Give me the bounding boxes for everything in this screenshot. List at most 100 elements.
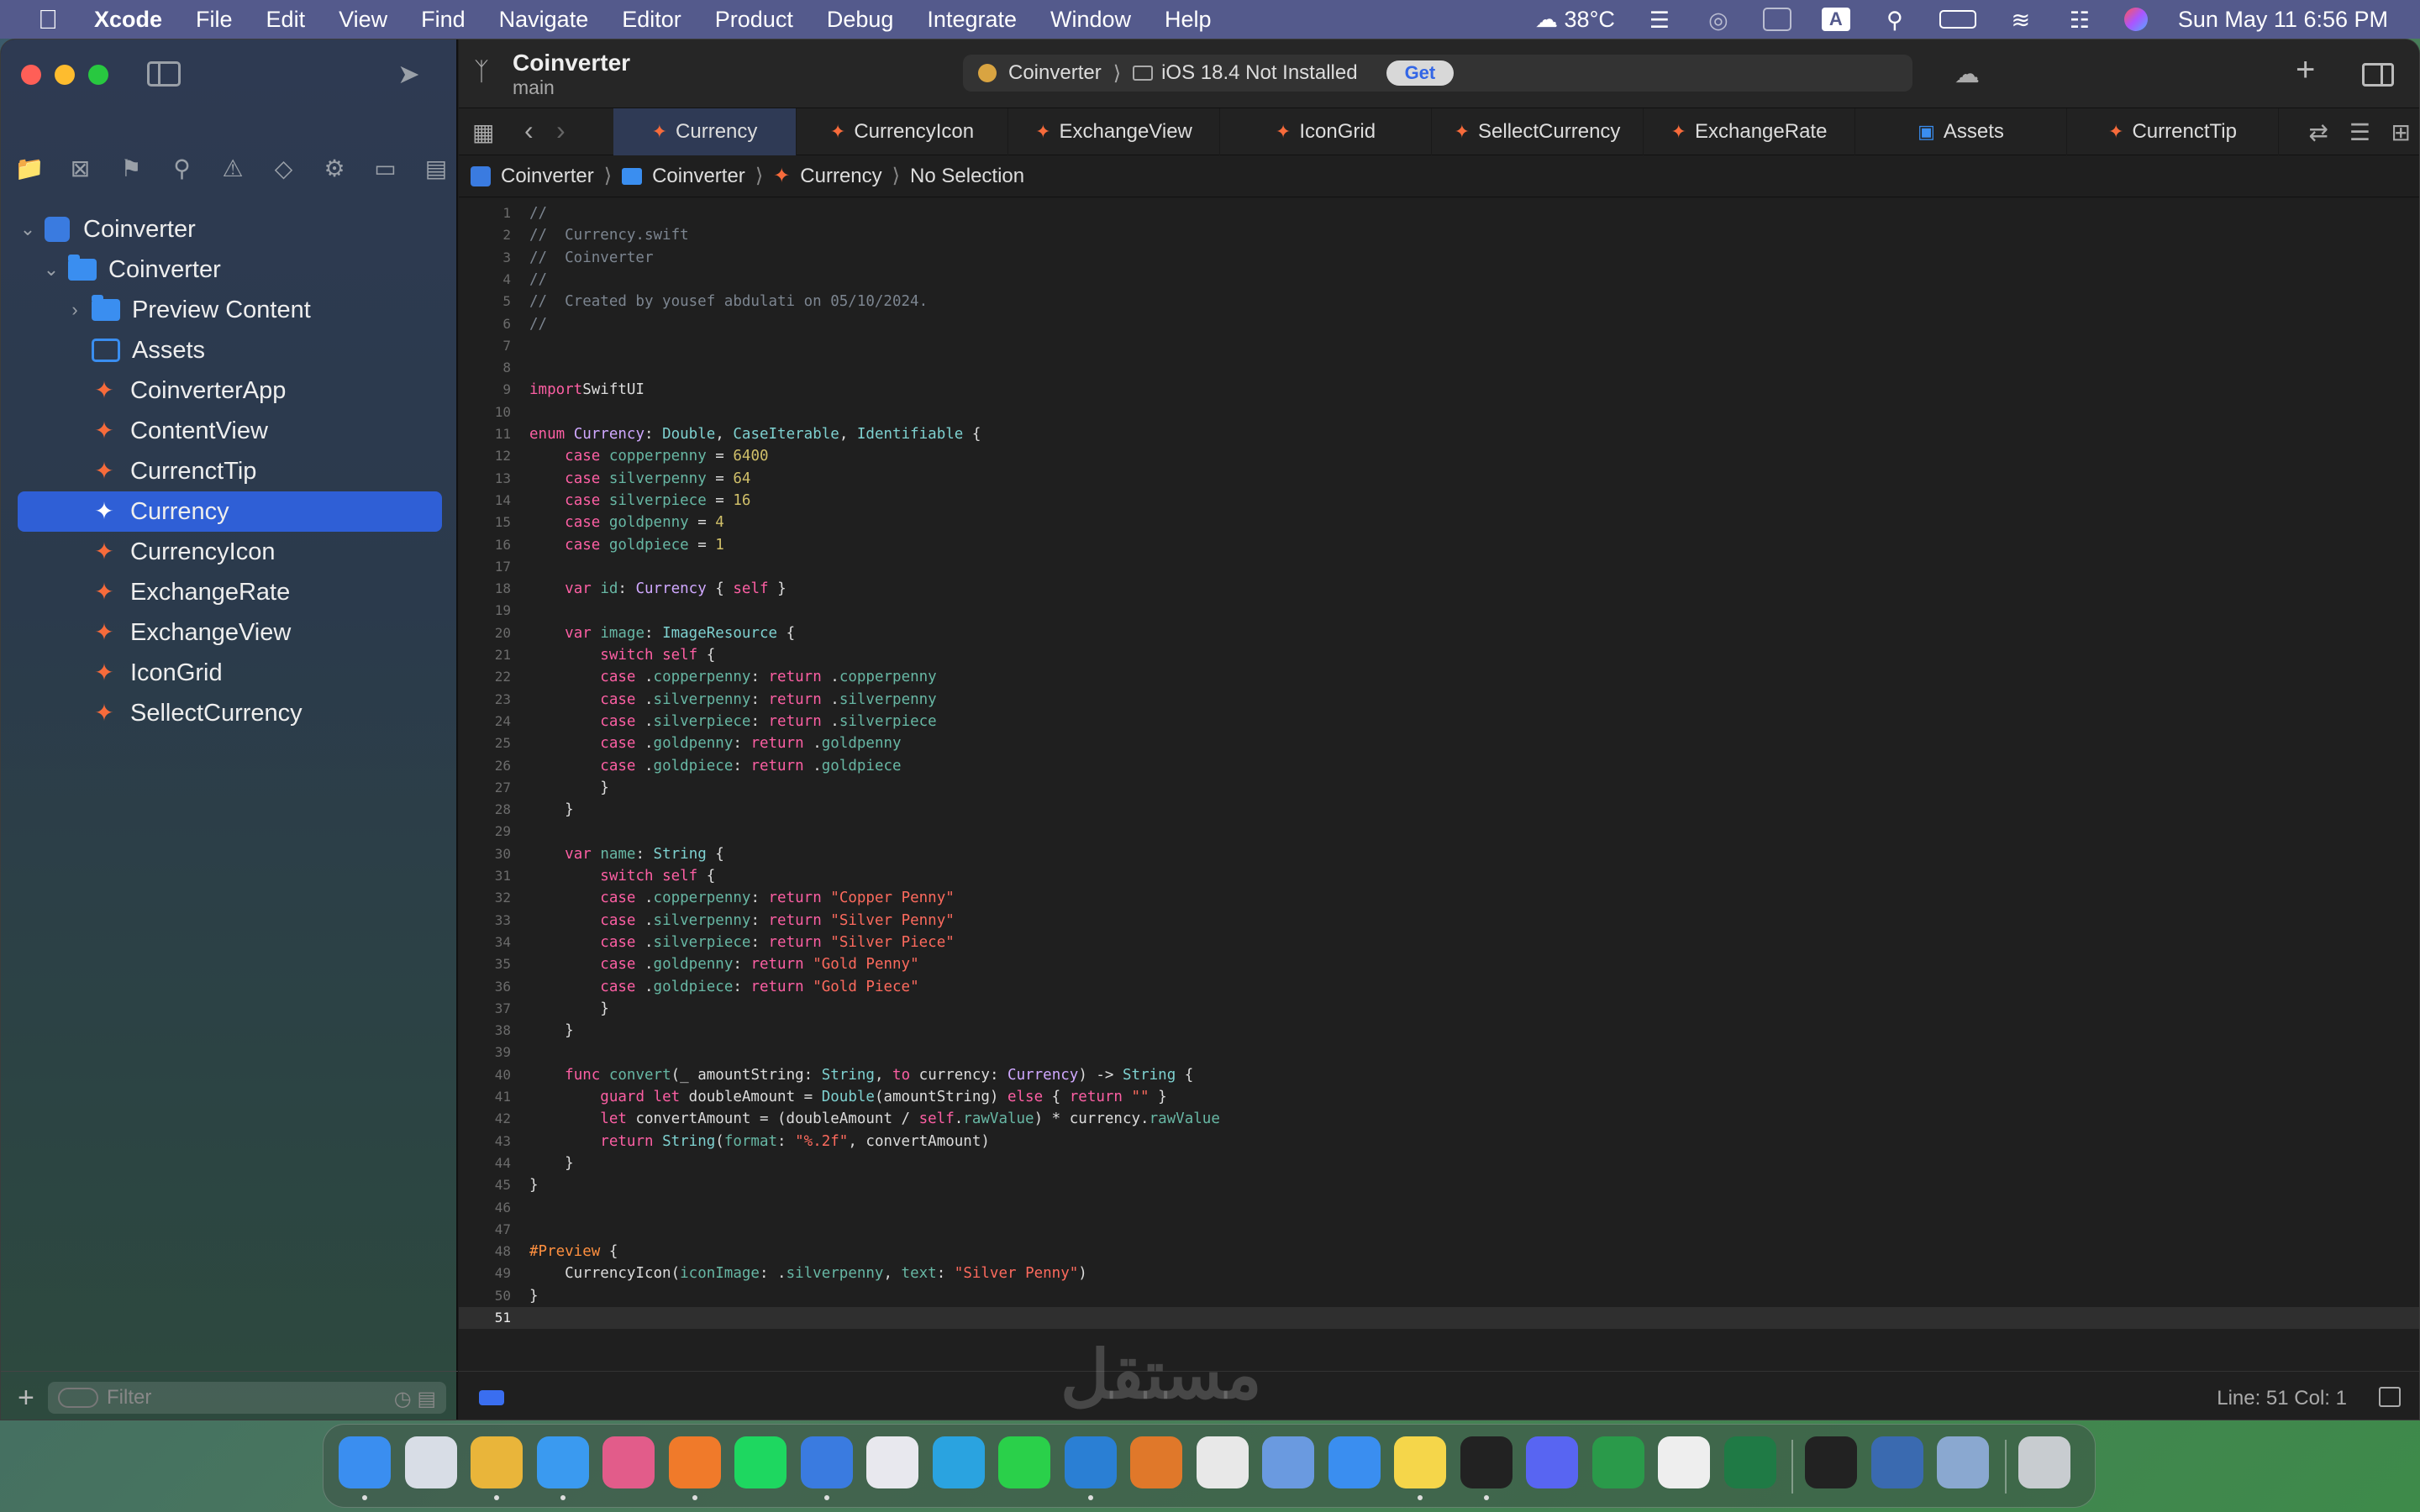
debug-navigator-icon[interactable]: ⚙ — [319, 154, 350, 184]
code-line[interactable]: 27 } — [459, 777, 2419, 799]
airdrop-icon[interactable]: ◎ — [1704, 8, 1733, 33]
code-line[interactable]: 48 #Preview { — [459, 1241, 2419, 1263]
filter-options-icon[interactable] — [58, 1388, 98, 1408]
code-line[interactable]: 14 case silverpiece = 16 — [459, 490, 2419, 512]
firefox-icon[interactable] — [668, 1436, 721, 1488]
jumpbar-file[interactable]: Currency — [800, 165, 881, 188]
navigator-item[interactable]: ✦ ExchangeView — [18, 612, 442, 653]
bookmark-navigator-icon[interactable]: ⚑ — [116, 154, 146, 184]
ai-app-icon[interactable] — [1262, 1436, 1314, 1488]
jumpbar-group[interactable]: Coinverter — [652, 165, 745, 188]
navigator-item[interactable]: ✦ CurrencyIcon — [18, 532, 442, 572]
chevron-down-icon[interactable]: ⌄ — [19, 218, 36, 240]
code-line[interactable]: 13 case silverpenny = 64 — [459, 468, 2419, 490]
test-navigator-icon[interactable]: ◇ — [269, 154, 299, 184]
stage-manager-icon[interactable] — [1762, 8, 1791, 31]
editor-options-icon[interactable]: ☰ — [2349, 118, 2370, 146]
menu-file[interactable]: File — [196, 7, 233, 33]
apple-menu-icon[interactable]:  — [35, 4, 60, 35]
photos-icon[interactable] — [602, 1436, 655, 1488]
menu-help[interactable]: Help — [1165, 7, 1212, 33]
navigator-item[interactable]: ✦ CoinverterApp — [18, 370, 442, 411]
source-editor[interactable]: 1 // 2 // Currency.swift 3 // Coinverter 4 // 5 /… — [459, 199, 2419, 1371]
siri-icon[interactable] — [2123, 8, 2148, 31]
editor-tab[interactable]: ✦ CurrencyIcon — [797, 108, 1008, 155]
spotlight-search-icon[interactable]: ⚲ — [1881, 8, 1909, 33]
code-line[interactable]: 35 case .goldpenny: return "Gold Penny" — [459, 953, 2419, 975]
get-platform-button[interactable]: Get — [1386, 60, 1455, 86]
code-line[interactable]: 17 — [459, 556, 2419, 578]
code-line[interactable]: 1 // — [459, 202, 2419, 224]
code-line[interactable]: 31 switch self { — [459, 865, 2419, 887]
close-window-button[interactable] — [21, 65, 41, 85]
code-line[interactable]: 30 var name: String { — [459, 843, 2419, 865]
code-line[interactable]: 32 case .copperpenny: return "Copper Pen… — [459, 887, 2419, 909]
jumpbar-symbol[interactable]: No Selection — [910, 165, 1024, 188]
code-line[interactable]: 6 // — [459, 313, 2419, 335]
code-line[interactable]: 34 case .silverpiece: return "Silver Pie… — [459, 932, 2419, 953]
code-line[interactable]: 51 — [459, 1307, 2419, 1329]
code-line[interactable]: 9 importSwiftUI — [459, 379, 2419, 401]
control-center-icon[interactable]: ☷ — [2065, 8, 2094, 33]
menu-view[interactable]: View — [339, 7, 387, 33]
simulator-icon[interactable] — [866, 1436, 918, 1488]
code-line[interactable]: 20 var image: ImageResource { — [459, 622, 2419, 644]
editor-tab[interactable]: ▣ Assets — [1855, 108, 2067, 155]
menu-debug[interactable]: Debug — [827, 7, 894, 33]
run-icon[interactable]: ➤ — [397, 58, 428, 89]
add-editor-icon[interactable]: ⊞ — [2391, 118, 2411, 146]
library-plus-icon[interactable]: + — [2296, 51, 2315, 89]
menu-navigate[interactable]: Navigate — [499, 7, 589, 33]
code-line[interactable]: 29 — [459, 821, 2419, 843]
navigate-back-icon[interactable]: ‹ — [524, 115, 534, 146]
layers-icon[interactable]: ☰ — [1645, 8, 1674, 33]
safari-icon[interactable] — [536, 1436, 589, 1488]
navigator-item[interactable]: ✦ IconGrid — [18, 653, 442, 693]
project-navigator-icon[interactable]: 📁 — [14, 154, 45, 184]
editor-tab[interactable]: ✦ IconGrid — [1220, 108, 1432, 155]
swap-editor-icon[interactable]: ⇄ — [2309, 118, 2328, 146]
navigator-item[interactable]: ✦ ContentView — [18, 411, 442, 451]
editor-tab[interactable]: ✦ CurrenctTip — [2067, 108, 2279, 155]
vscode-icon[interactable] — [1064, 1436, 1117, 1488]
chrome-icon[interactable] — [471, 1436, 523, 1488]
menu-editor[interactable]: Editor — [622, 7, 681, 33]
chatgpt-icon[interactable] — [1196, 1436, 1249, 1488]
textedit-icon[interactable] — [1658, 1436, 1710, 1488]
chevron-down-icon[interactable]: ⌄ — [43, 259, 60, 281]
code-line[interactable]: 24 case .silverpiece: return .silverpiec… — [459, 711, 2419, 732]
project-title[interactable]: Coinverter — [513, 50, 630, 76]
finder-icon[interactable] — [339, 1436, 391, 1488]
code-line[interactable]: 21 switch self { — [459, 644, 2419, 666]
hide-navigator-icon[interactable] — [147, 61, 181, 87]
code-line[interactable]: 37 } — [459, 998, 2419, 1020]
code-line[interactable]: 12 case copperpenny = 6400 — [459, 445, 2419, 467]
breakpoint-navigator-icon[interactable]: ▭ — [371, 154, 401, 184]
related-items-icon[interactable]: ▦ — [472, 118, 494, 146]
menubar-clock[interactable]: Sun May 11 6:56 PM — [2178, 7, 2388, 33]
xcode-icon[interactable] — [800, 1436, 853, 1488]
code-line[interactable]: 44 } — [459, 1152, 2419, 1174]
code-line[interactable]: 7 — [459, 335, 2419, 357]
chevron-right-icon[interactable]: › — [66, 299, 83, 321]
navigator-filter-input[interactable]: Filter ◷ ▤ — [48, 1382, 446, 1414]
code-line[interactable]: 19 — [459, 600, 2419, 622]
code-line[interactable]: 4 // — [459, 269, 2419, 291]
code-line[interactable]: 25 case .goldpenny: return .goldpenny — [459, 732, 2419, 754]
code-line[interactable]: 23 case .silverpenny: return .silverpenn… — [459, 689, 2419, 711]
minimize-window-button[interactable] — [55, 65, 75, 85]
cloud-status-icon[interactable]: ☁ — [1954, 60, 1980, 89]
input-source-icon[interactable]: A — [1821, 8, 1850, 31]
navigator-item[interactable]: ✦ CurrenctTip — [18, 451, 442, 491]
menu-find[interactable]: Find — [421, 7, 466, 33]
app-store-icon[interactable] — [1328, 1436, 1381, 1488]
code-line[interactable]: 39 — [459, 1042, 2419, 1063]
find-navigator-icon[interactable]: ⚲ — [167, 154, 197, 184]
discord-icon[interactable] — [1526, 1436, 1578, 1488]
code-line[interactable]: 16 case goldpiece = 1 — [459, 534, 2419, 556]
show-debug-area-icon[interactable] — [2379, 1387, 2401, 1407]
code-line[interactable]: 33 case .silverpenny: return "Silver Pen… — [459, 910, 2419, 932]
code-line[interactable]: 15 case goldpenny = 4 — [459, 512, 2419, 533]
battery-icon[interactable] — [1939, 10, 1976, 29]
navigator-item[interactable]: Assets — [18, 330, 442, 370]
